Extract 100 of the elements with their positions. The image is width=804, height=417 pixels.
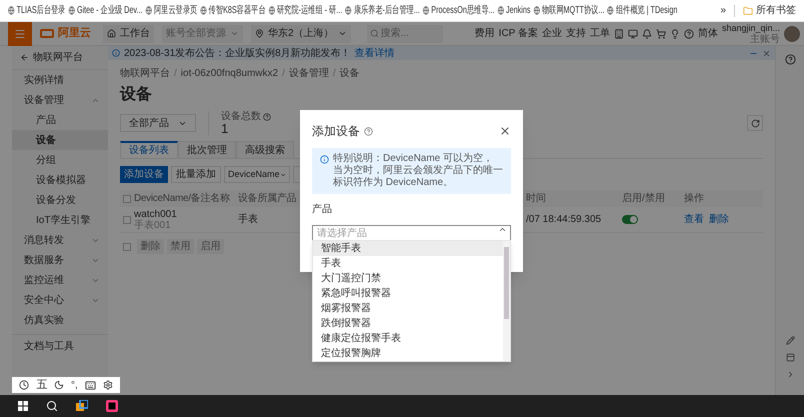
language-link[interactable]: 简体 xyxy=(698,26,718,41)
nav-item[interactable]: 仿真实验 xyxy=(12,310,108,330)
nav-group[interactable]: 设备管理 xyxy=(12,90,108,110)
toggle-switch[interactable] xyxy=(622,215,638,224)
nav-item[interactable]: 设备模拟器 xyxy=(12,170,108,190)
settings-icon[interactable] xyxy=(102,380,112,390)
help-icon[interactable] xyxy=(364,126,373,136)
nav-link[interactable]: 费用 xyxy=(474,26,495,41)
dropdown-option[interactable]: 跌倒报警器 xyxy=(313,316,503,331)
bell-icon[interactable] xyxy=(642,28,652,38)
product-select[interactable]: 全部产品 xyxy=(120,114,196,132)
nav-group[interactable]: 数据服务 xyxy=(12,250,108,270)
breadcrumb-link[interactable]: iot-06z00fnq8umwkx2 xyxy=(180,66,278,81)
checkbox[interactable] xyxy=(123,216,131,224)
refresh-button[interactable] xyxy=(747,115,763,131)
notice-link[interactable]: 查看详情 xyxy=(354,46,395,60)
add-device-button[interactable]: 添加设备 xyxy=(120,166,168,183)
globe-icon xyxy=(200,6,207,15)
keyboard-icon[interactable] xyxy=(84,380,96,390)
nav-link[interactable]: 工单 xyxy=(590,26,610,41)
nav-link[interactable]: ICP 备案 xyxy=(498,26,538,41)
menu-button[interactable] xyxy=(8,22,32,46)
avatar[interactable] xyxy=(784,26,800,42)
close-icon[interactable] xyxy=(762,48,771,58)
help-icon[interactable] xyxy=(684,28,694,38)
clock-icon[interactable] xyxy=(19,380,30,390)
checkbox[interactable] xyxy=(123,242,131,250)
bookmark[interactable]: TLIAS后台登录 xyxy=(8,3,66,18)
cart-icon[interactable] xyxy=(656,28,666,38)
app-icon[interactable] xyxy=(76,400,88,412)
field-select[interactable]: DeviceName xyxy=(224,166,290,183)
all-bookmarks-link[interactable]: 所有书签 xyxy=(743,3,796,18)
batch-add-button[interactable]: 批量添加 xyxy=(171,166,221,183)
info-icon xyxy=(320,155,329,164)
nav-link[interactable]: 企业 xyxy=(542,26,562,41)
back-arrow-icon xyxy=(20,53,29,62)
breadcrumb-link[interactable]: 设备管理 xyxy=(288,66,329,81)
column-header: DeviceName/备注名称 xyxy=(134,193,230,204)
nav-item[interactable]: IoT孪生引擎 xyxy=(12,210,108,230)
globe-icon xyxy=(422,6,430,15)
breadcrumb-link[interactable]: 设备 xyxy=(340,66,360,81)
checkbox[interactable] xyxy=(123,194,131,202)
tab[interactable]: 批次管理 xyxy=(178,141,236,159)
bookmark[interactable]: 康乐养老-后台管理... xyxy=(345,3,420,18)
close-icon[interactable] xyxy=(499,125,511,137)
nav-item[interactable]: 实例详情 xyxy=(12,70,108,90)
panel-icon[interactable] xyxy=(786,353,794,362)
nav-group[interactable]: 监控运维 xyxy=(12,270,108,290)
nav-link[interactable]: 支持 xyxy=(566,26,586,41)
region-dropdown[interactable]: 华东2（上海） xyxy=(251,24,351,42)
nav-item[interactable]: 设备 xyxy=(12,130,108,150)
lightbulb-icon[interactable] xyxy=(670,28,680,38)
windows-icon[interactable] xyxy=(18,401,28,411)
nav-item[interactable]: 设备分发 xyxy=(12,190,108,210)
nav-item[interactable]: 分组 xyxy=(12,150,108,170)
chevron-down-icon xyxy=(338,29,347,38)
help-icon[interactable] xyxy=(263,113,271,121)
action-link[interactable]: 查看 xyxy=(684,212,704,227)
bookmark[interactable]: 研究院-运维组 - 研... xyxy=(268,3,342,18)
tab[interactable]: 高级搜索 xyxy=(236,141,294,159)
nav-group[interactable]: 安全中心 xyxy=(12,290,108,310)
breadcrumb-link[interactable]: 物联网平台 xyxy=(120,66,170,81)
app-icon[interactable] xyxy=(106,400,118,412)
breadcrumb-separator: / xyxy=(174,67,177,81)
bookmark[interactable]: 组件概览 | TDesign xyxy=(607,3,678,18)
workbench-button[interactable]: 工作台 xyxy=(103,24,154,42)
more-bookmarks-button[interactable]: » xyxy=(720,3,726,18)
input-mode[interactable]: 五 xyxy=(36,376,48,394)
edit-icon[interactable] xyxy=(786,336,794,345)
breadcrumb-separator: / xyxy=(332,67,336,81)
dropdown-option[interactable]: 定位报警胸牌 xyxy=(313,346,503,361)
column-header: 启用/禁用 xyxy=(622,192,666,206)
bookmark[interactable]: ProcessOn思维导... xyxy=(422,3,494,18)
bookmark[interactable]: 传智K8S容器平台 xyxy=(200,3,266,18)
scrollbar[interactable] xyxy=(503,241,510,361)
dropdown-option[interactable]: 大门遥控门禁 xyxy=(313,271,503,286)
action-link[interactable]: 删除 xyxy=(709,212,729,227)
dropdown-option[interactable]: 健康定位报警手表 xyxy=(313,331,503,346)
bookmark[interactable]: 物联网MQTT协议... xyxy=(533,3,604,18)
page-title: 设备 xyxy=(120,85,153,105)
nav-item[interactable]: 产品 xyxy=(12,110,108,130)
help-icon[interactable] xyxy=(784,54,796,65)
punctuation-mode[interactable]: °, xyxy=(71,378,78,392)
dropdown-option[interactable]: 智能手表 xyxy=(313,241,503,256)
dropdown-option[interactable]: 手表 xyxy=(313,256,503,271)
search-field[interactable]: 搜索... xyxy=(366,24,443,42)
bookmark[interactable]: Gitee - 企业级 Dev... xyxy=(68,3,142,18)
building-icon[interactable] xyxy=(614,28,624,38)
nav-group[interactable]: 消息转发 xyxy=(12,230,108,250)
column-header: 时间 xyxy=(526,192,547,206)
home-icon xyxy=(107,29,116,38)
moon-icon[interactable] xyxy=(54,380,64,390)
user-name[interactable]: shangjin_qin... xyxy=(722,22,780,34)
bookmark[interactable]: Jenkins xyxy=(497,3,530,18)
dropdown-option[interactable]: 烟雾报警器 xyxy=(313,301,503,316)
tab[interactable]: 设备列表 xyxy=(120,141,178,159)
dropdown-option[interactable]: 紧急呼叫报警器 xyxy=(313,286,503,301)
bookmark[interactable]: 阿里云登录页 xyxy=(145,3,198,18)
monitor-icon[interactable] xyxy=(628,28,638,38)
search-icon[interactable] xyxy=(46,400,58,412)
